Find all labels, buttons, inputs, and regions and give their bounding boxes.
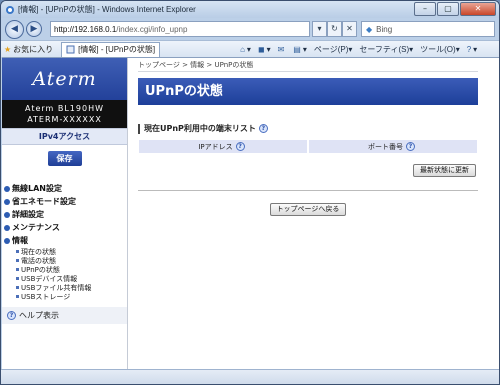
tools-menu-label: ツール(O) [420,44,456,54]
safety-menu-label: セーフティ(S) [359,44,410,54]
submenu-dot-icon [16,250,19,253]
mail-button[interactable]: ✉ [278,45,287,54]
sidebar-item-info[interactable]: 情報 [4,234,127,247]
submenu-dot-icon [16,259,19,262]
tools-menu[interactable]: ツール(O) ▾ [420,44,460,55]
sidebar-item-label: 情報 [12,236,28,245]
ip-help-icon[interactable]: ? [235,142,245,151]
section-help-icon[interactable]: ? [258,124,268,133]
submenu-label: USBストレージ [21,292,71,301]
feed-icon: ◼ [257,44,265,54]
dropdown-icon[interactable]: ▾ [312,21,327,37]
page-title: UPnPの状態 [138,78,478,105]
submenu-dot-icon [16,295,19,298]
print-button[interactable]: ▤ ▾ [293,45,307,54]
safety-menu[interactable]: セーフティ(S) ▾ [359,44,413,55]
menu-bullet-icon [4,198,10,205]
refresh-icon[interactable]: ↻ [327,21,342,37]
port-help-icon[interactable]: ? [406,142,415,151]
save-button[interactable]: 保存 [47,151,82,166]
favorites-label[interactable]: お気に入り [13,44,53,55]
device-id: ATERM-XXXXXX [27,115,102,124]
sidebar-item-maintenance[interactable]: メンテナンス [4,221,127,234]
search-input[interactable]: ◆ Bing [361,21,495,37]
help-icon: ? [466,44,472,54]
forward-button[interactable]: ▶ [26,21,42,37]
back-to-top-button[interactable]: トップページへ戻る [269,203,347,216]
submenu-dot-icon [16,268,19,271]
window-title: [情報] - [UPnPの状態] - Windows Internet Expl… [18,5,196,14]
aterm-logo: Aterm [2,58,127,100]
section-title: 現在UPnP利用中の端末リスト [144,124,256,133]
page-menu[interactable]: ページ(P) ▾ [314,44,353,55]
submenu-item-usb-storage[interactable]: USBストレージ [16,292,127,301]
sidebar-item-label: 省エネモード設定 [12,197,76,206]
sidebar-item-advanced[interactable]: 詳細設定 [4,208,127,221]
column-ip-label: IPアドレス [198,142,233,151]
back-button[interactable]: ◀ [5,19,24,39]
sidebar-item-wireless-lan[interactable]: 無線LAN設定 [4,182,127,195]
minimize-button[interactable]: – [414,2,436,16]
title-bar: [情報] - [UPnPの状態] - Windows Internet Expl… [1,1,499,18]
home-button[interactable]: ⌂ ▾ [240,45,251,54]
sidebar: Aterm Aterm BL190HW ATERM-XXXXXX IPv4アクセ… [2,58,128,370]
submenu-dot-icon [16,277,19,280]
help-question-icon: ? [7,311,16,320]
page-menu-label: ページ(P) [313,44,349,54]
menu-bullet-icon [4,237,10,244]
section-header: 現在UPnP利用中の端末リスト ? [138,123,478,134]
browser-window: [情報] - [UPnPの状態] - Windows Internet Expl… [0,0,500,385]
home-icon: ⌂ [240,44,245,54]
model-name: Aterm BL190HW [24,104,104,113]
sidebar-menu: 無線LAN設定 省エネモード設定 詳細設定 メンテナンス 情報 現在の状態 電話… [2,182,127,301]
sidebar-item-eco-mode[interactable]: 省エネモード設定 [4,195,127,208]
menu-bullet-icon [4,185,10,192]
close-button[interactable]: ✕ [460,2,496,16]
sidebar-item-label: 詳細設定 [12,210,44,219]
column-header-port: ポート番号 ? [308,139,478,154]
favorites-star-icon[interactable]: ★ [4,45,11,54]
address-row: ◀ ▶ http://192.168.0.1/index.cgi/info_up… [1,18,499,40]
refresh-button[interactable]: 最新状態に更新 [413,164,476,177]
column-header-ip: IPアドレス ? [138,139,308,154]
breadcrumb[interactable]: トップページ > 情報 > UPnPの状態 [138,58,478,72]
print-icon: ▤ [293,44,301,54]
access-mode: IPv4アクセス [2,128,127,145]
stop-icon[interactable]: ✕ [342,21,357,37]
back-arrow-icon: ◀ [11,24,18,34]
maximize-button[interactable]: ▢ [437,2,459,16]
feeds-button[interactable]: ◼ ▾ [258,45,271,54]
address-path: /index.cgi/info_upnp [116,24,188,34]
divider [138,190,478,191]
ie-icon [6,5,14,14]
page-icon [66,45,75,54]
menu-bullet-icon [4,224,10,231]
column-port-label: ポート番号 [368,142,403,151]
status-bar [1,369,499,384]
favorites-bar: ★ お気に入り [情報] - [UPnPの状態] ⌂ ▾ ◼ ▾ ✉ ▤ ▾ ページ(… [1,40,499,57]
upnp-device-table: IPアドレス ? ポート番号 ? [138,139,478,154]
model-info: Aterm BL190HW ATERM-XXXXXX [2,100,127,128]
tab-current[interactable]: [情報] - [UPnPの状態] [61,41,161,57]
section-bar [138,123,140,134]
sidebar-item-label: 無線LAN設定 [12,184,62,193]
mail-icon: ✉ [277,44,285,54]
help-label: ヘルプ表示 [19,311,59,320]
address-host: http://192.168.0.1 [54,24,117,34]
main-pane: トップページ > 情報 > UPnPの状態 UPnPの状態 現在UPnP利用中の… [138,58,478,370]
submenu-dot-icon [16,286,19,289]
sidebar-item-label: メンテナンス [12,223,60,232]
address-input[interactable]: http://192.168.0.1/index.cgi/info_upnp [50,21,310,37]
tab-title: [情報] - [UPnPの状態] [78,45,156,54]
page-content: Aterm Aterm BL190HW ATERM-XXXXXX IPv4アクセ… [2,57,499,370]
help-menu-button[interactable]: ? ▾ [467,45,477,54]
forward-arrow-icon: ▶ [30,24,38,34]
bing-icon: ◆ [366,24,373,34]
search-placeholder: Bing [376,24,393,34]
info-submenu: 現在の状態 電話の状態 UPnPの状態 USBデバイス情報 USBファイル共有情… [4,247,127,301]
menu-bullet-icon [4,211,10,218]
help-link[interactable]: ? ヘルプ表示 [2,307,127,324]
